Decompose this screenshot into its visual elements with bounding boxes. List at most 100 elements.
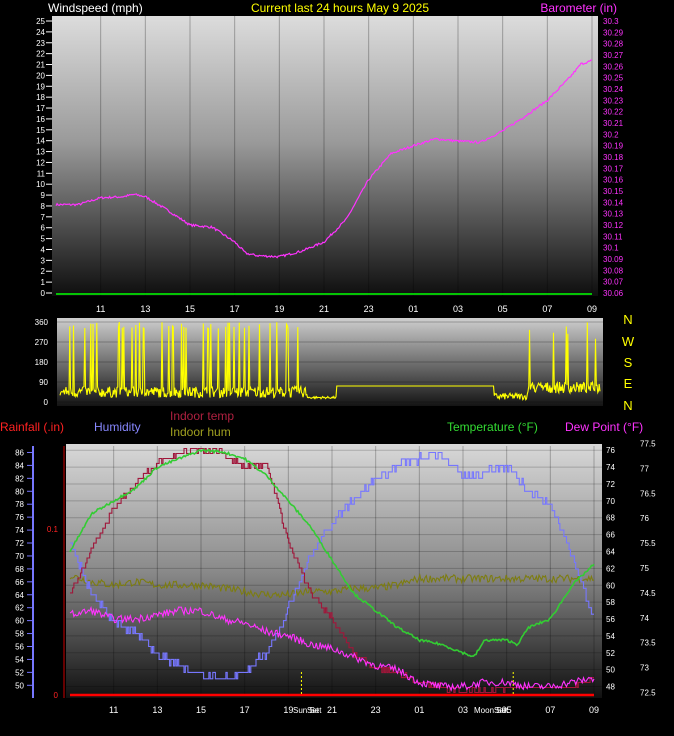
- windspeed-axis: 0123456789101112131415161718192021222324…: [36, 17, 52, 298]
- barometer-tick: 30.07: [603, 278, 624, 287]
- indoor-temp-tick: 74.5: [640, 589, 656, 598]
- top-plot-area: [52, 16, 598, 296]
- indoor-temp-tick: 74: [640, 614, 649, 623]
- compass-w: W: [622, 334, 635, 349]
- humidity-tick: 64: [15, 591, 24, 600]
- windspeed-tick: 22: [36, 50, 45, 59]
- barometer-tick: 30.25: [603, 74, 624, 83]
- indoor-temp-tick: 75: [640, 564, 649, 573]
- humidity-tick: 58: [15, 630, 24, 639]
- windspeed-tick: 9: [41, 191, 46, 200]
- indoor-temp-title: Indoor temp: [170, 409, 234, 423]
- windspeed-tick: 13: [36, 148, 45, 157]
- barometer-tick: 30.13: [603, 210, 624, 219]
- windspeed-tick: 0: [41, 289, 46, 298]
- windspeed-tick: 11: [37, 169, 46, 178]
- barometer-tick: 30.11: [603, 232, 623, 241]
- barometer-tick: 30.21: [603, 119, 624, 128]
- barometer-axis-title: Barometer (in): [540, 1, 617, 15]
- bottom-x-axis: 11 13 15 17 19 21 23 01 03 05 07 09: [109, 705, 599, 715]
- top-x-axis: 11 13 15 17 19 21 23 01 03 05 07 09: [96, 304, 597, 314]
- bottom-x-tick-label: 09: [589, 705, 599, 715]
- top-x-tick-label: 15: [185, 304, 195, 314]
- top-x-tick-label: 05: [498, 304, 508, 314]
- humidity-axis: 50 52 54 56 58 60 62 64 66 68 70 72 74 76 78 80 82 84 86: [15, 448, 33, 690]
- windspeed-tick: 19: [36, 82, 45, 91]
- moonset-label-dup: Set: [494, 706, 507, 715]
- temperature-tick: 54: [606, 632, 615, 641]
- barometer-tick: 30.17: [603, 164, 624, 173]
- temperature-tick: 76: [606, 446, 615, 455]
- bottom-x-tick-label: 11: [109, 705, 118, 715]
- humidity-tick: 86: [15, 448, 24, 457]
- humidity-tick: 68: [15, 565, 24, 574]
- winddir-axis: 0 90 180 270 360: [35, 318, 49, 407]
- windspeed-tick: 25: [36, 17, 45, 26]
- winddir-tick: 360: [35, 318, 49, 327]
- rainfall-axis-title: Rainfall (.in): [0, 420, 64, 434]
- temperature-tick: 56: [606, 615, 615, 624]
- barometer-tick: 30.14: [603, 198, 624, 207]
- indoor-temp-tick: 76.5: [640, 489, 656, 498]
- bottom-x-tick-label: 13: [152, 705, 162, 715]
- windspeed-tick: 15: [36, 126, 45, 135]
- windspeed-tick: 24: [36, 28, 45, 37]
- humidity-tick: 76: [15, 513, 24, 522]
- humidity-tick: 60: [15, 617, 24, 626]
- indoor-hum-title: Indoor hum: [170, 425, 231, 439]
- top-x-tick-label: 11: [96, 304, 105, 314]
- top-x-tick-label: 09: [587, 304, 597, 314]
- chart-title: Current last 24 hours May 9 2025: [251, 1, 429, 15]
- windspeed-tick: 20: [36, 71, 45, 80]
- winddir-tick: 0: [44, 398, 49, 407]
- temperature-tick: 64: [606, 548, 615, 557]
- bottom-x-tick-label: 21: [327, 705, 337, 715]
- barometer-tick: 30.18: [603, 153, 624, 162]
- indoor-temp-tick: 75.5: [640, 539, 656, 548]
- top-x-tick-label: 01: [408, 304, 418, 314]
- humidity-tick: 84: [15, 461, 24, 470]
- humidity-tick: 50: [15, 681, 24, 690]
- indoor-temp-axis: 72.5 73 73.5 74 74.5 75 75.5 76 76.5 77 77.5: [640, 440, 656, 698]
- indoor-temp-tick: 77.5: [640, 440, 656, 449]
- top-x-tick-label: 21: [319, 304, 329, 314]
- temperature-tick: 68: [606, 514, 615, 523]
- windspeed-axis-title: Windspeed (mph): [48, 1, 143, 15]
- compass-e: E: [624, 376, 633, 391]
- humidity-tick: 56: [15, 642, 24, 651]
- temperature-tick: 60: [606, 581, 615, 590]
- winddir-tick: 90: [39, 378, 48, 387]
- temperature-tick: 74: [606, 463, 615, 472]
- humidity-tick: 82: [15, 474, 24, 483]
- windspeed-tick: 17: [36, 104, 45, 113]
- windspeed-tick: 10: [36, 180, 45, 189]
- top-x-tick-label: 23: [364, 304, 374, 314]
- barometer-tick: 30.16: [603, 176, 624, 185]
- windspeed-tick: 6: [41, 224, 46, 233]
- humidity-tick: 66: [15, 578, 24, 587]
- barometer-tick: 30.3: [603, 17, 619, 26]
- dewpoint-axis-title: Dew Point (°F): [565, 420, 643, 434]
- humidity-tick: 74: [15, 526, 24, 535]
- windspeed-tick: 5: [41, 235, 46, 244]
- sunset-label-dup: Set: [307, 706, 320, 715]
- bottom-x-tick-label: 17: [240, 705, 250, 715]
- compass-n-bottom: N: [623, 398, 632, 413]
- top-x-tick-label: 17: [230, 304, 240, 314]
- barometer-tick: 30.22: [603, 108, 624, 117]
- bottom-x-tick-label: 19: [283, 705, 293, 715]
- windspeed-tick: 2: [41, 267, 46, 276]
- temperature-tick: 52: [606, 649, 615, 658]
- barometer-tick: 30.06: [603, 289, 624, 298]
- windspeed-tick: 1: [41, 278, 46, 287]
- barometer-tick: 30.1: [603, 244, 619, 253]
- barometer-tick: 30.2: [603, 130, 619, 139]
- windspeed-tick: 16: [36, 115, 45, 124]
- barometer-tick: 30.08: [603, 266, 624, 275]
- humidity-tick: 72: [15, 539, 24, 548]
- compass-n-top: N: [623, 312, 632, 327]
- humidity-tick: 62: [15, 604, 24, 613]
- barometer-tick: 30.24: [603, 85, 624, 94]
- weather-charts: Windspeed (mph) Current last 24 hours Ma…: [0, 1, 656, 715]
- winddir-tick: 270: [35, 338, 49, 347]
